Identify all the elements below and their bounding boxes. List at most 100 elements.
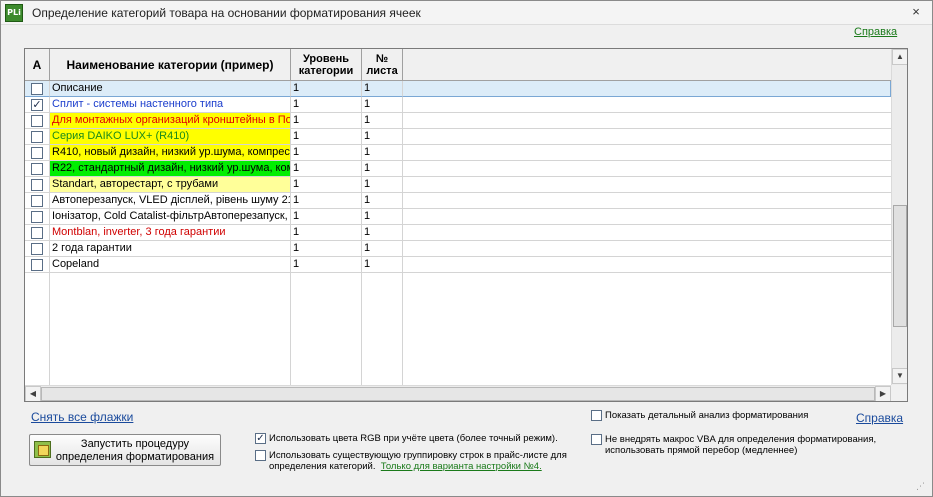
row-checkbox[interactable] (31, 147, 43, 159)
row-sheet[interactable]: 1 (362, 257, 403, 273)
row-check-cell[interactable] (25, 129, 50, 145)
row-sheet[interactable]: 1 (362, 177, 403, 193)
column-header-a[interactable]: A (25, 49, 50, 81)
table-row[interactable]: Описание 1 1 (25, 81, 891, 97)
scroll-right-button[interactable]: ▶ (875, 386, 891, 401)
table-row[interactable]: 2 года гарантии 1 1 (25, 241, 891, 257)
row-sheet[interactable]: 1 (362, 97, 403, 113)
row-level[interactable]: 1 (291, 113, 362, 129)
row-category-name[interactable]: Описание (50, 81, 291, 97)
row-check-cell[interactable] (25, 257, 50, 273)
scroll-down-button[interactable]: ▼ (892, 368, 907, 384)
row-level[interactable]: 1 (291, 257, 362, 273)
resize-grip-icon[interactable]: ⋰ (916, 481, 925, 492)
row-category-name[interactable]: Іонізатор, Cold Catalist-фільтрАвтоперез… (50, 209, 291, 225)
row-level[interactable]: 1 (291, 209, 362, 225)
row-level[interactable]: 1 (291, 225, 362, 241)
row-sheet[interactable]: 1 (362, 145, 403, 161)
row-filler (403, 145, 891, 161)
table-row[interactable]: R410, новый дизайн, низкий ур.шума, комп… (25, 145, 891, 161)
option-analysis-checkbox[interactable] (591, 410, 602, 421)
option-no-vba-checkbox[interactable] (591, 434, 602, 445)
row-level[interactable]: 1 (291, 81, 362, 97)
row-sheet[interactable]: 1 (362, 209, 403, 225)
row-category-name[interactable]: Сплит - системы настенного типа (50, 97, 291, 113)
row-checkbox[interactable] (31, 195, 43, 207)
row-checkbox[interactable] (31, 83, 43, 95)
row-check-cell[interactable] (25, 241, 50, 257)
row-checkbox[interactable] (31, 227, 43, 239)
row-checkbox[interactable] (31, 115, 43, 127)
row-sheet[interactable]: 1 (362, 225, 403, 241)
row-checkbox[interactable] (31, 243, 43, 255)
option-grouping-sublink[interactable]: Только для варианта настройки №4. (381, 461, 542, 472)
table-row[interactable]: R22, стандартный дизайн, низкий ур.шума,… (25, 161, 891, 177)
option-grouping-checkbox[interactable] (255, 450, 266, 461)
row-level[interactable]: 1 (291, 97, 362, 113)
table-row[interactable]: Montblan, inverter, 3 года гарантии 1 1 (25, 225, 891, 241)
horizontal-scrollbar[interactable]: ◀ ▶ (25, 385, 891, 401)
row-check-cell[interactable] (25, 225, 50, 241)
row-category-name[interactable]: Standart, авторестарт, с трубами (50, 177, 291, 193)
row-sheet[interactable]: 1 (362, 113, 403, 129)
row-sheet[interactable]: 1 (362, 193, 403, 209)
help-link-top[interactable]: Справка (854, 26, 897, 38)
row-level[interactable]: 1 (291, 129, 362, 145)
column-header-name[interactable]: Наименование категории (пример) (50, 49, 291, 81)
row-category-name[interactable]: 2 года гарантии (50, 241, 291, 257)
table-row[interactable]: Автоперезапуск, VLED дісплей, рівень шум… (25, 193, 891, 209)
clear-all-flags-link[interactable]: Снять все флажки (31, 410, 133, 424)
vertical-scroll-thumb[interactable] (893, 205, 907, 327)
row-filler (403, 129, 891, 145)
row-checkbox[interactable] (31, 211, 43, 223)
horizontal-scroll-thumb[interactable] (41, 387, 875, 401)
table-row[interactable]: ✓ Сплит - системы настенного типа 1 1 (25, 97, 891, 113)
empty-cell (291, 305, 362, 321)
vertical-scrollbar[interactable]: ▲ ▼ (891, 49, 907, 385)
row-checkbox[interactable]: ✓ (31, 99, 43, 111)
table-row[interactable]: Copeland 1 1 (25, 257, 891, 273)
row-level[interactable]: 1 (291, 241, 362, 257)
row-check-cell[interactable] (25, 193, 50, 209)
scroll-left-button[interactable]: ◀ (25, 386, 41, 401)
row-category-name[interactable]: R410, новый дизайн, низкий ур.шума, комп… (50, 145, 291, 161)
row-check-cell[interactable] (25, 209, 50, 225)
row-check-cell[interactable] (25, 145, 50, 161)
row-category-name[interactable]: Для монтажных организаций кронштейны в П… (50, 113, 291, 129)
row-check-cell[interactable]: ✓ (25, 97, 50, 113)
close-button[interactable]: × (908, 4, 924, 20)
row-check-cell[interactable] (25, 113, 50, 129)
row-checkbox[interactable] (31, 163, 43, 175)
row-category-name[interactable]: Серия DAIKO LUX+ (R410) (50, 129, 291, 145)
run-procedure-button[interactable]: Запустить процедуру определения форматир… (29, 434, 221, 466)
row-checkbox[interactable] (31, 259, 43, 271)
row-category-name[interactable]: Автоперезапуск, VLED дісплей, рівень шум… (50, 193, 291, 209)
row-level[interactable]: 1 (291, 145, 362, 161)
row-sheet[interactable]: 1 (362, 241, 403, 257)
table-row[interactable]: Серия DAIKO LUX+ (R410) 1 1 (25, 129, 891, 145)
help-link-bottom[interactable]: Справка (856, 411, 903, 425)
row-category-name[interactable]: Montblan, inverter, 3 года гарантии (50, 225, 291, 241)
row-check-cell[interactable] (25, 161, 50, 177)
row-level[interactable]: 1 (291, 193, 362, 209)
row-level[interactable]: 1 (291, 177, 362, 193)
table-row[interactable]: Іонізатор, Cold Catalist-фільтрАвтоперез… (25, 209, 891, 225)
row-sheet[interactable]: 1 (362, 161, 403, 177)
table-row[interactable]: Для монтажных организаций кронштейны в П… (25, 113, 891, 129)
row-category-name[interactable]: Copeland (50, 257, 291, 273)
row-sheet[interactable]: 1 (362, 129, 403, 145)
row-checkbox[interactable] (31, 131, 43, 143)
row-filler (403, 97, 891, 113)
row-category-name[interactable]: R22, стандартный дизайн, низкий ур.шума,… (50, 161, 291, 177)
column-header-level[interactable]: Уровень категории (291, 49, 362, 81)
column-header-sheet[interactable]: № листа (362, 49, 403, 81)
table-row[interactable]: Standart, авторестарт, с трубами 1 1 (25, 177, 891, 193)
row-sheet[interactable]: 1 (362, 81, 403, 97)
row-check-cell[interactable] (25, 177, 50, 193)
option-rgb-checkbox[interactable]: ✓ (255, 433, 266, 444)
row-check-cell[interactable] (25, 81, 50, 97)
row-checkbox[interactable] (31, 179, 43, 191)
empty-cell (50, 353, 291, 369)
row-level[interactable]: 1 (291, 161, 362, 177)
scroll-up-button[interactable]: ▲ (892, 49, 907, 65)
